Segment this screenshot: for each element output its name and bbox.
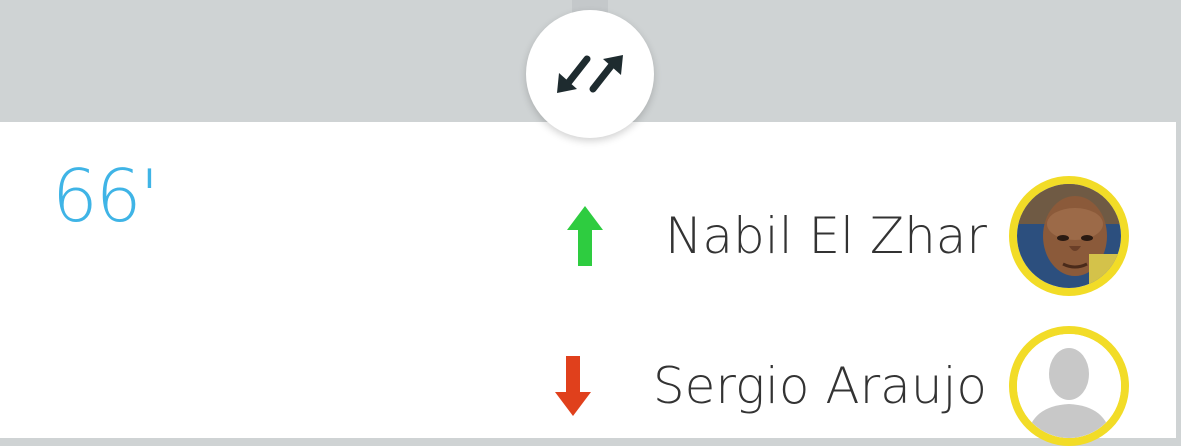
event-minute: 66' [52,154,159,238]
player-out-name: Sergio Araujo [652,357,987,415]
player-photo-avatar [1009,176,1129,296]
substitution-swap-icon [557,55,623,93]
player-in-name: Nabil El Zhar [665,207,987,265]
arrow-down-icon [554,356,591,416]
substitution-badge[interactable] [526,10,654,138]
placeholder-silhouette-avatar [1009,326,1129,446]
player-out-row[interactable]: Sergio Araujo [553,326,1129,446]
player-in-row[interactable]: Nabil El Zhar [565,176,1129,296]
arrow-up-icon [567,206,604,266]
